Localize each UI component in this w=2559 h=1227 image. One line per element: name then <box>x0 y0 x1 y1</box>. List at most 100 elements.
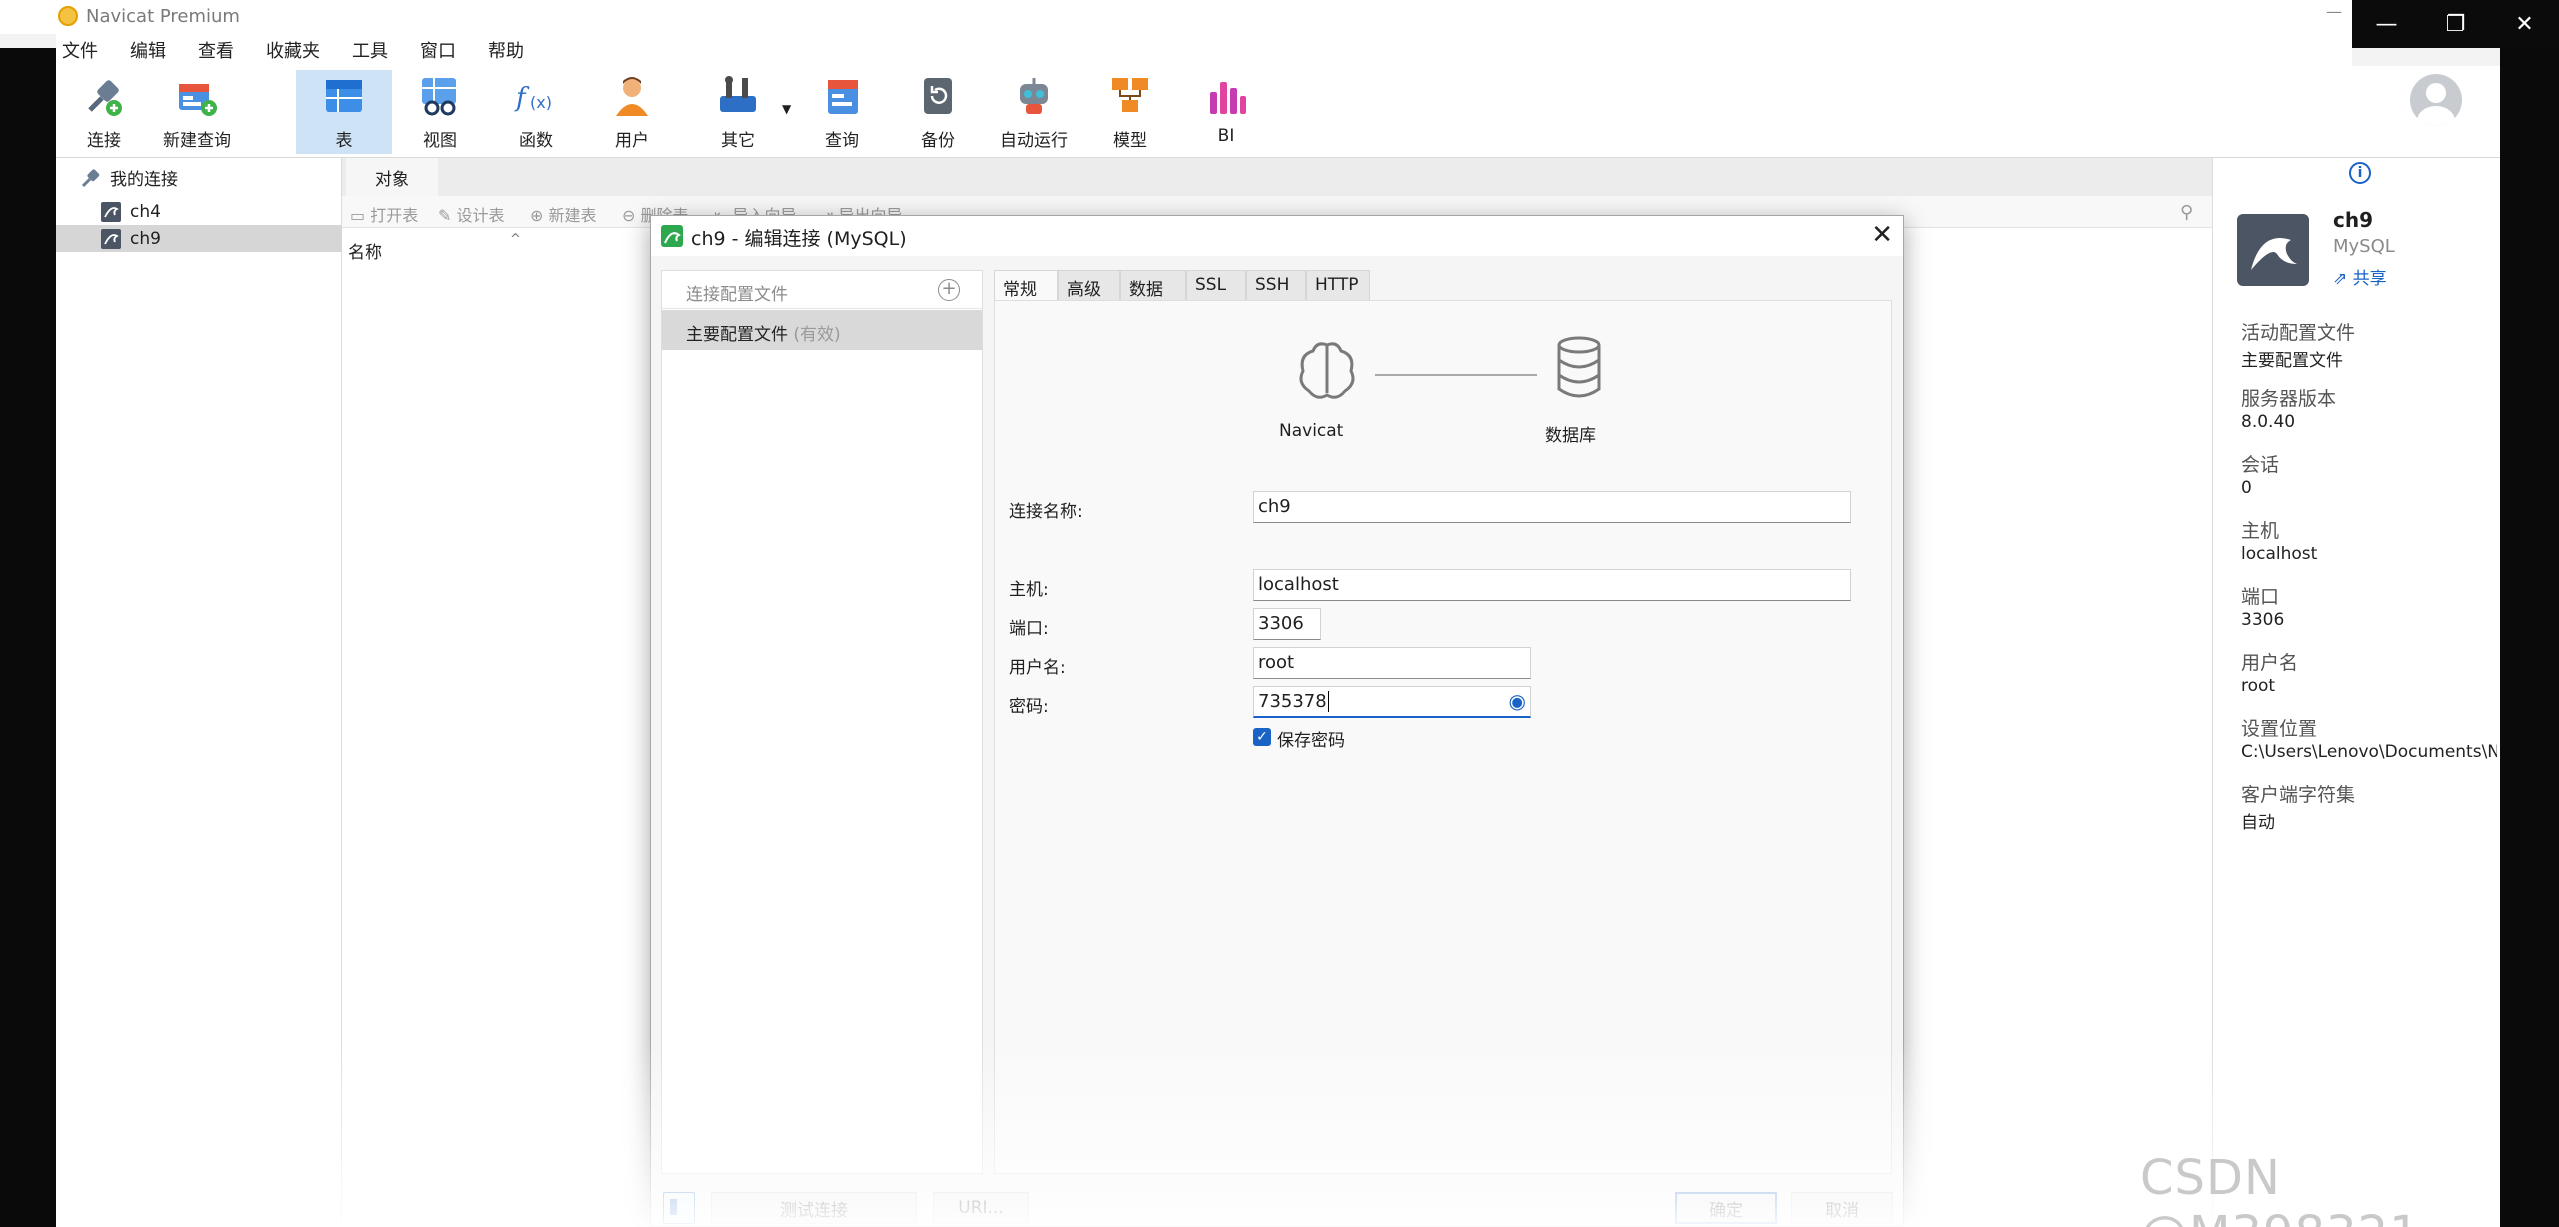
toolbar-function-button[interactable]: f (x) 函数 <box>488 70 584 154</box>
info-label: 服务器版本 <box>2241 388 2337 410</box>
profile-list-header: 连接配置文件 + <box>662 271 982 309</box>
tab-ssl[interactable]: SSL <box>1186 270 1246 300</box>
open-table-button[interactable]: ▭ 打开表 <box>350 202 418 226</box>
menu-tools[interactable]: 工具 <box>344 37 412 63</box>
tree-root-my-connections[interactable]: 我的连接 <box>56 164 342 191</box>
menu-favorites[interactable]: 收藏夹 <box>258 37 344 63</box>
share-link[interactable]: ⇗ 共享 <box>2333 264 2387 289</box>
backup-icon <box>916 74 960 118</box>
user-icon <box>610 74 654 118</box>
restore-button[interactable]: ❐ <box>2421 0 2490 48</box>
username-input[interactable]: root <box>1253 647 1531 679</box>
info-panel: i ch9 MySQL ⇗ 共享 活动配置文件 主要配置文件 服务器版本 8.0… <box>2212 158 2500 1227</box>
svg-text:(x): (x) <box>530 93 552 112</box>
toolbar-automation-button[interactable]: 自动运行 <box>986 70 1082 154</box>
design-table-button[interactable]: ✎ 设计表 <box>438 202 505 226</box>
navicat-logo-icon <box>58 6 78 26</box>
tab-objects[interactable]: 对象 <box>346 158 438 196</box>
profile-list-title: 连接配置文件 <box>686 285 788 305</box>
toolbar-label: 新建查询 <box>163 131 231 151</box>
share-icon: ⇗ <box>2333 269 2348 289</box>
app-title: Navicat Premium <box>86 6 240 27</box>
hidden-minimize-icon: — <box>2326 2 2342 21</box>
toolbar-bi-button[interactable]: BI <box>1178 70 1274 154</box>
add-profile-icon[interactable]: + <box>938 279 960 301</box>
user-avatar[interactable] <box>2410 74 2462 126</box>
menu-view[interactable]: 查看 <box>190 37 258 63</box>
title-bar: Navicat Premium — <box>0 0 2559 34</box>
toolbar-backup-button[interactable]: 备份 <box>890 70 986 154</box>
port-label: 端口: <box>1009 619 1049 639</box>
show-password-eye-icon[interactable]: ◉ <box>1509 689 1526 713</box>
save-password-checkbox[interactable]: ✓ <box>1253 728 1271 746</box>
toolbar-label: 查询 <box>825 131 859 151</box>
menu-edit[interactable]: 编辑 <box>122 37 190 63</box>
tab-advanced[interactable]: 高级 <box>1058 270 1120 300</box>
connection-tree: 我的连接 ch4 ch9 <box>56 158 342 1227</box>
info-value: 自动 <box>2241 813 2275 833</box>
tab-database[interactable]: 数据库 <box>1120 270 1186 325</box>
toolbar-view-button[interactable]: 视图 <box>392 70 488 154</box>
cancel-button[interactable]: 取消 <box>1791 1192 1893 1224</box>
app-window: Navicat Premium — — ❐ ✕ 文件 编辑 查看 收藏夹 工具 … <box>0 0 2559 1227</box>
connections-icon <box>81 168 100 187</box>
toolbar-other-button[interactable]: 其它 <box>690 70 786 154</box>
graphic-label-database: 数据库 <box>1545 426 1596 446</box>
toolbar-label: 用户 <box>615 131 649 151</box>
edit-connection-dialog: ch9 - 编辑连接 (MySQL) ✕ 连接配置文件 + 主要配置文件 (有效… <box>650 215 1904 1227</box>
info-label: 用户名 <box>2241 652 2299 674</box>
dialog-title-bar: ch9 - 编辑连接 (MySQL) ✕ <box>651 216 1903 256</box>
toolbar-user-button[interactable]: 用户 <box>584 70 680 154</box>
info-value: 8.0.40 <box>2241 412 2296 432</box>
info-value: 3306 <box>2241 610 2285 630</box>
minimize-button[interactable]: — <box>2352 0 2421 48</box>
toolbar-new-query-button[interactable]: 新建查询 <box>142 70 252 154</box>
toolbar-model-button[interactable]: 模型 <box>1082 70 1178 154</box>
toolbar-connect-button[interactable]: 连接 <box>56 70 152 154</box>
test-connection-button[interactable]: 测试连接 <box>711 1192 917 1224</box>
svg-text:f: f <box>514 83 530 113</box>
toolbar-label: 函数 <box>519 131 553 151</box>
tree-root-label: 我的连接 <box>110 170 178 190</box>
connection-line <box>1375 374 1537 376</box>
other-dropdown-arrow-icon[interactable]: ▼ <box>782 102 791 116</box>
menu-help[interactable]: 帮助 <box>480 37 548 63</box>
tab-ssh[interactable]: SSH <box>1246 270 1306 300</box>
port-input[interactable]: 3306 <box>1253 608 1321 640</box>
dialog-footer: 测试连接 URI... 确定 取消 <box>651 1182 1903 1227</box>
tree-item-ch9[interactable]: ch9 <box>56 225 342 252</box>
model-icon <box>1108 74 1152 118</box>
info-icon[interactable]: i <box>2349 162 2371 184</box>
toolbar-label: 视图 <box>423 131 457 151</box>
uri-button[interactable]: URI... <box>933 1192 1029 1224</box>
mysql-connection-icon <box>661 225 683 247</box>
menu-file[interactable]: 文件 <box>56 37 122 63</box>
dialog-close-button[interactable]: ✕ <box>1871 220 1893 250</box>
close-window-button[interactable]: ✕ <box>2490 0 2559 48</box>
ok-button[interactable]: 确定 <box>1675 1192 1777 1224</box>
new-table-button[interactable]: ⊕ 新建表 <box>530 202 597 226</box>
menu-bar: 文件 编辑 查看 收藏夹 工具 窗口 帮助 <box>56 34 2352 66</box>
search-icon[interactable]: ⚲ <box>2180 202 2193 223</box>
right-black-border <box>2500 48 2559 1227</box>
object-tab-strip: 对象 <box>342 158 2212 196</box>
info-label: 主机 <box>2241 520 2280 542</box>
password-input[interactable]: 735378 ◉ <box>1253 686 1531 718</box>
connection-name-label: 连接名称: <box>1009 502 1083 522</box>
info-value: 0 <box>2241 478 2252 498</box>
toolbar-query-button[interactable]: 查询 <box>794 70 890 154</box>
connection-name: ch9 <box>2333 208 2374 232</box>
toolbar-table-button[interactable]: 表 <box>296 70 392 154</box>
tab-general[interactable]: 常规 <box>994 270 1058 300</box>
profile-item-main[interactable]: 主要配置文件 (有效) <box>662 310 982 350</box>
menu-window[interactable]: 窗口 <box>412 37 480 63</box>
dialog-title: ch9 - 编辑连接 (MySQL) <box>691 228 907 250</box>
column-header-name[interactable]: 名称 <box>348 238 382 263</box>
tab-http[interactable]: HTTP <box>1306 270 1370 300</box>
info-label: 端口 <box>2241 586 2280 608</box>
connection-name-input[interactable]: ch9 <box>1253 491 1851 523</box>
robot-icon <box>1012 74 1056 118</box>
toggle-profile-panel-icon[interactable] <box>663 1192 695 1224</box>
host-input[interactable]: localhost <box>1253 569 1851 601</box>
tree-item-ch4[interactable]: ch4 <box>56 198 342 225</box>
